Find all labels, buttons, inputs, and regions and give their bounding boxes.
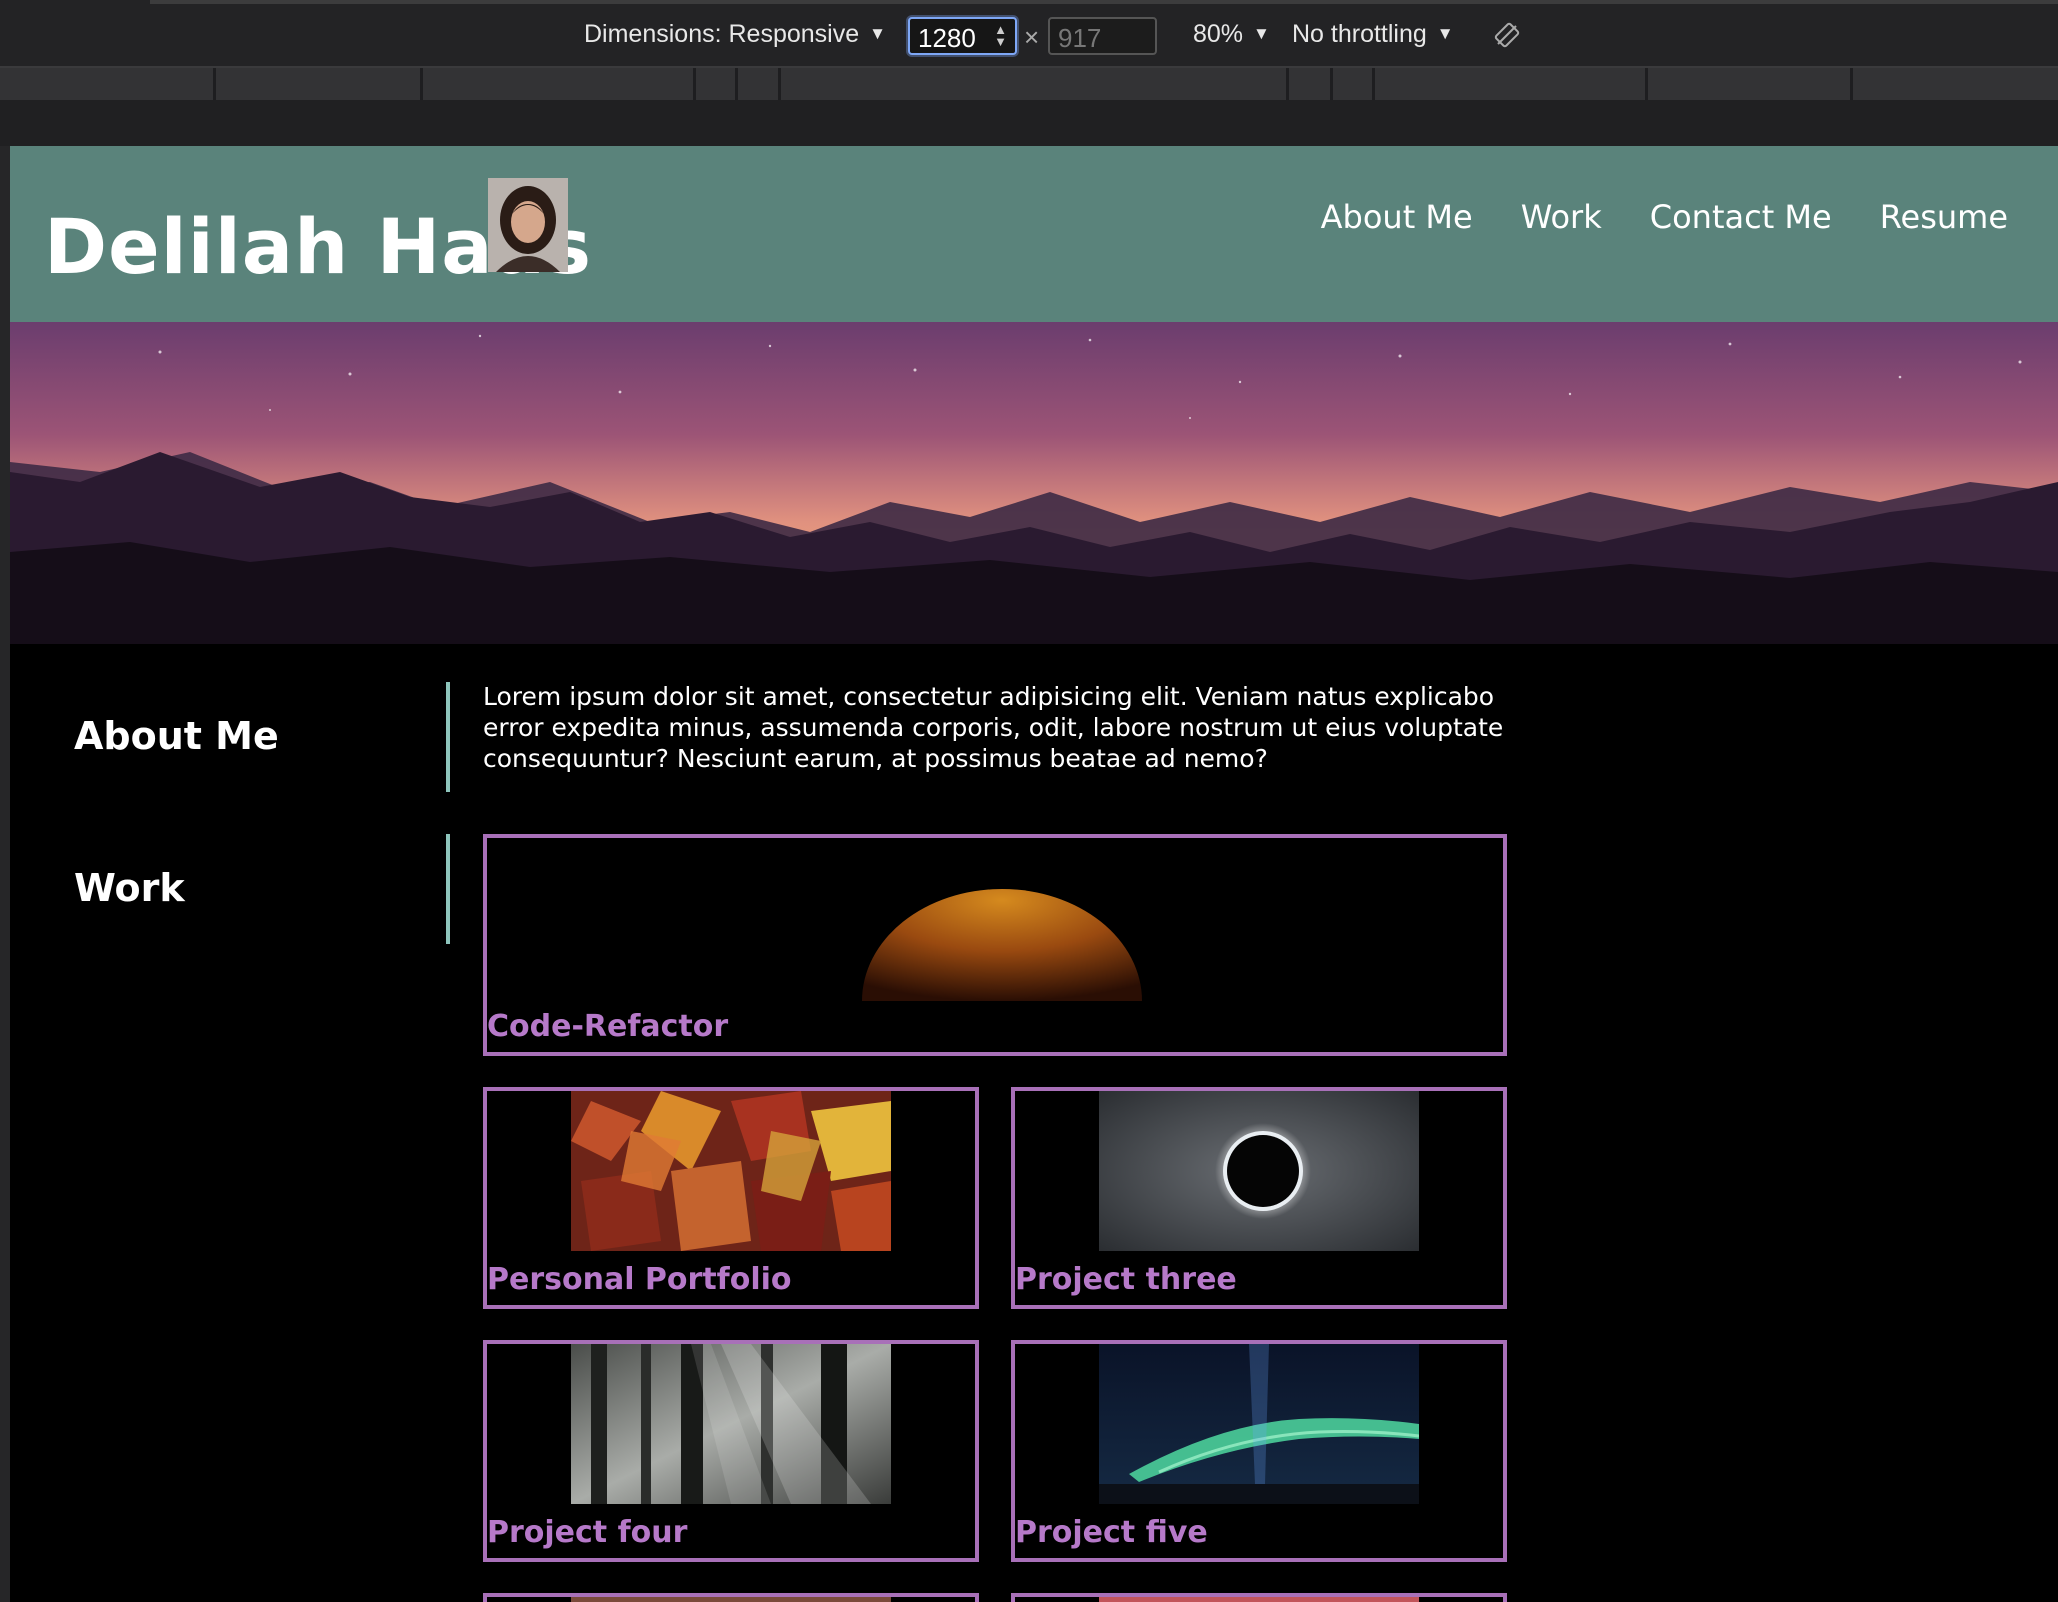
nav-about-me[interactable]: About Me xyxy=(1321,198,1473,236)
project-card-five[interactable]: Project five xyxy=(1011,1340,1507,1562)
project-card-personal-portfolio[interactable]: Personal Portfolio xyxy=(483,1087,979,1309)
site-header: Delilah Haas About Me Work Contact Me Re… xyxy=(10,146,2058,322)
zoom-dropdown[interactable]: 80% ▼ xyxy=(1193,20,1270,49)
devtools-toolbar: Dimensions: Responsive ▼ 1280 ▲ ▼ × 917 80… xyxy=(0,0,2058,68)
autumn-leaves-image xyxy=(571,1091,891,1251)
about-text: Lorem ipsum dolor sit amet, consectetur … xyxy=(483,682,1504,773)
nav-contact-me[interactable]: Contact Me xyxy=(1650,198,1832,236)
nav-resume[interactable]: Resume xyxy=(1880,198,2008,236)
misty-forest-image xyxy=(571,1344,891,1504)
work-heading: Work xyxy=(74,866,185,910)
media-query-bar[interactable] xyxy=(0,68,2058,100)
main-nav: About Me Work Contact Me Resume xyxy=(1321,198,2008,236)
throttling-dropdown[interactable]: No throttling ▼ xyxy=(1292,20,1454,49)
about-accent-bar xyxy=(446,682,450,792)
stepper-icon[interactable]: ▲ ▼ xyxy=(994,23,1007,48)
dimensions-dropdown[interactable]: Dimensions: Responsive ▼ xyxy=(584,20,886,49)
project-card-six[interactable] xyxy=(483,1593,979,1602)
height-value: 917 xyxy=(1058,23,1102,53)
project-title: Personal Portfolio xyxy=(487,1262,792,1297)
project-title: Code-Refactor xyxy=(487,1009,729,1044)
zoom-label: 80% xyxy=(1193,20,1244,48)
project-card-seven[interactable] xyxy=(1011,1593,1507,1602)
project-title: Project five xyxy=(1015,1515,1208,1550)
planet-image xyxy=(857,883,1147,1001)
work-accent-bar xyxy=(446,834,450,944)
avatar xyxy=(488,178,568,272)
dimensions-label: Dimensions: Responsive xyxy=(584,20,860,48)
viewport-edge xyxy=(0,146,10,1602)
width-value: 1280 xyxy=(918,23,976,53)
caret-down-icon: ▼ xyxy=(869,24,886,43)
project-title: Project three xyxy=(1015,1262,1237,1297)
height-input[interactable]: 917 xyxy=(1048,17,1157,55)
hero-image xyxy=(10,322,2058,644)
project-card-code-refactor[interactable]: Code-Refactor xyxy=(483,834,1507,1056)
caret-down-icon: ▼ xyxy=(1436,24,1454,43)
aurora-image xyxy=(1099,1344,1419,1504)
devtools-gap xyxy=(0,100,2058,146)
solar-eclipse-image xyxy=(1099,1091,1419,1251)
width-input[interactable]: 1280 ▲ ▼ xyxy=(908,17,1017,55)
project-card-four[interactable]: Project four xyxy=(483,1340,979,1562)
about-heading: About Me xyxy=(74,714,279,758)
project-title: Project four xyxy=(487,1515,688,1550)
caret-down-icon: ▼ xyxy=(1253,24,1270,43)
page-viewport: Delilah Haas About Me Work Contact Me Re… xyxy=(10,146,2058,1602)
project-card-three[interactable]: Project three xyxy=(1011,1087,1507,1309)
rotate-icon[interactable] xyxy=(1494,22,1520,48)
times-icon: × xyxy=(1024,22,1040,52)
throttling-label: No throttling xyxy=(1292,20,1427,48)
nav-work[interactable]: Work xyxy=(1521,198,1602,236)
